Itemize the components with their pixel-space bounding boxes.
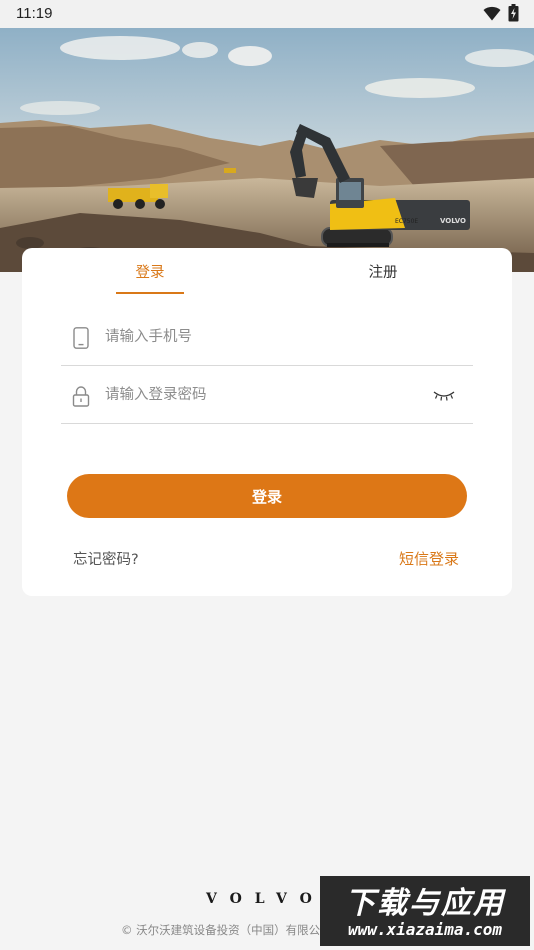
forgot-password-link[interactable]: 忘记密码? bbox=[73, 548, 139, 569]
watermark-url: www.xiazaima.com bbox=[347, 920, 503, 939]
active-tab-indicator bbox=[116, 292, 184, 294]
login-card: 登录 注册 登录 忘记密码? 短信登录 bbox=[22, 248, 512, 596]
password-input[interactable] bbox=[105, 380, 425, 410]
excavator-model: EC750E bbox=[395, 218, 418, 225]
mobile-phone-icon bbox=[73, 327, 89, 349]
battery-charging-icon bbox=[508, 4, 519, 22]
sms-login-link[interactable]: 短信登录 bbox=[399, 548, 459, 569]
status-time: 11:19 bbox=[16, 5, 53, 22]
wifi-icon bbox=[483, 6, 501, 21]
watermark-title: 下载与应用 bbox=[345, 886, 505, 921]
eye-closed-icon[interactable] bbox=[432, 389, 456, 403]
phone-input[interactable] bbox=[105, 322, 425, 352]
login-button[interactable]: 登录 bbox=[67, 474, 467, 518]
hero-image: VOLVO EC750E bbox=[0, 28, 534, 272]
excavator-badge: VOLVO bbox=[440, 217, 466, 225]
phone-field bbox=[61, 310, 473, 366]
tab-login[interactable]: 登录 bbox=[116, 261, 184, 282]
volvo-logo: VOLVO bbox=[206, 891, 325, 907]
status-bar: 11:19 bbox=[0, 0, 534, 28]
tab-register[interactable]: 注册 bbox=[349, 261, 417, 282]
password-field bbox=[61, 368, 473, 424]
copyright-text: © 沃尔沃建筑设备投资（中国）有限公司 bbox=[121, 923, 332, 937]
watermark: 下载与应用 www.xiazaima.com bbox=[320, 876, 530, 946]
lock-icon bbox=[72, 386, 90, 407]
